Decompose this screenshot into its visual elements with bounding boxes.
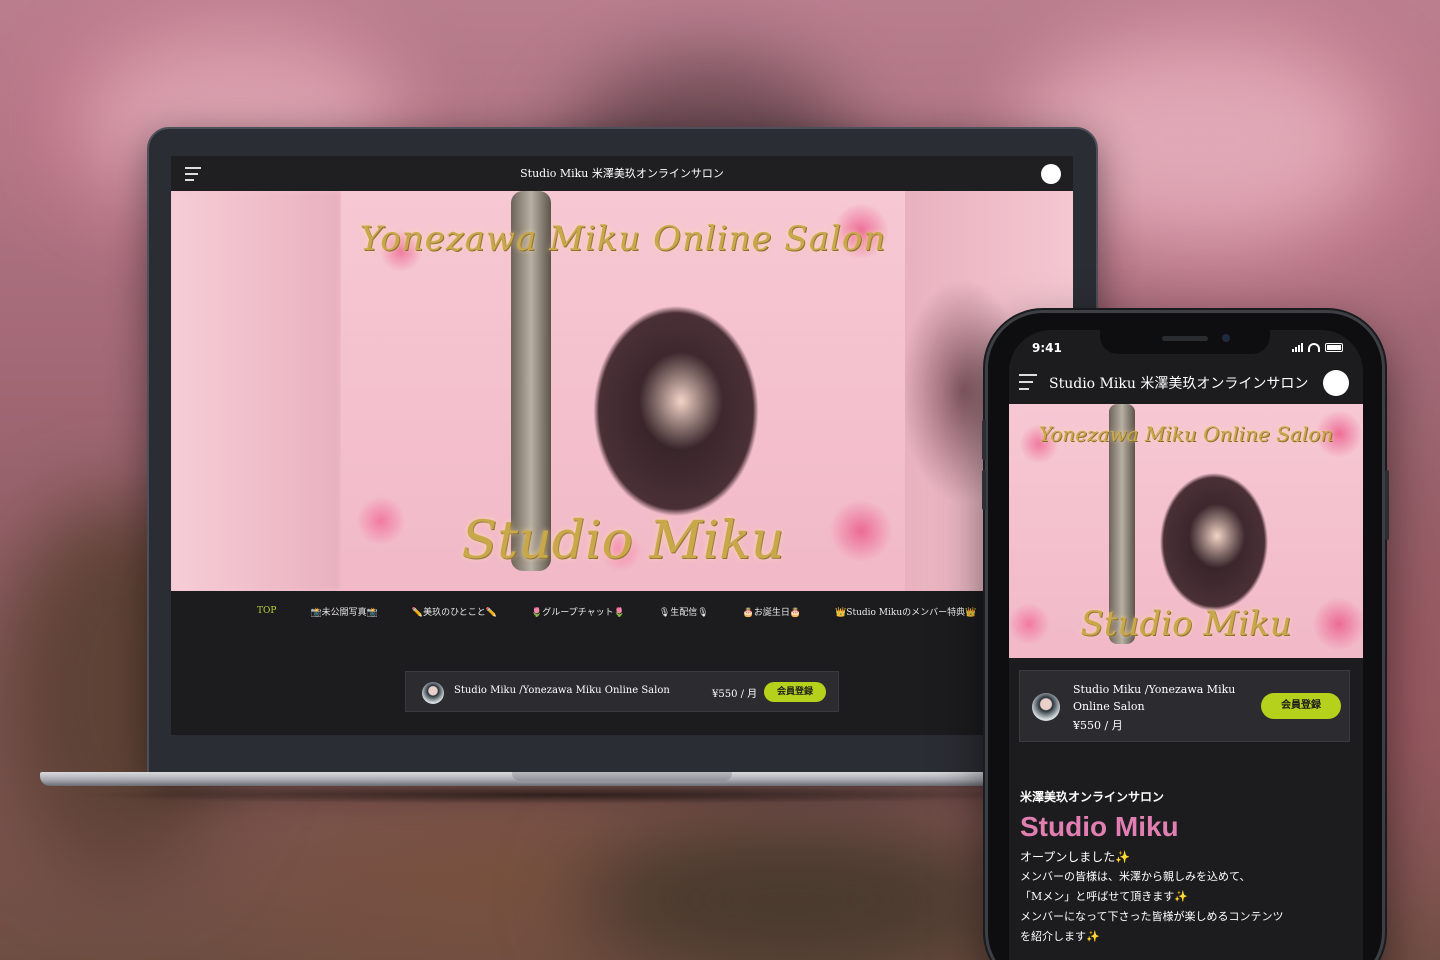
avatar-icon[interactable] [1323,370,1349,396]
avatar-icon[interactable] [1041,164,1061,184]
hero-script-top: Yonezawa Miku Online Salon [359,219,887,259]
phone-notch [1100,330,1270,354]
battery-icon [1325,343,1343,352]
intro-line: 「Mメン」と呼ばせて頂きます✨ [1020,890,1188,903]
laptop-hinge-notch [512,772,732,781]
hamburger-menu-icon[interactable] [1019,374,1037,390]
desktop-header: Studio Miku 米澤美玖オンラインサロン [171,156,1073,191]
intro-subtitle: 米澤美玖オンラインサロン [1020,790,1165,804]
nav-item-live[interactable]: 🎙生配信🎙 [659,605,709,618]
phone-volume-button [982,470,986,510]
register-button[interactable]: 会員登録 [1261,693,1341,719]
phone-camera [1222,334,1230,342]
nav-item-photos[interactable]: 📸未公開写真📸 [310,605,377,618]
wifi-icon [1308,343,1320,352]
signal-icon [1292,342,1303,352]
desktop-screen: Studio Miku 米澤美玖オンラインサロン Yonezawa Miku O… [171,156,1073,735]
desktop-nav: TOP 📸未公開写真📸 ✏️美玖のひとこと✏️ 🌷グループチャット🌷 🎙生配信🎙… [171,591,1073,631]
nav-item-birthday[interactable]: 🎂お誕生日🎂 [743,605,801,618]
membership-plan-card: Studio Miku /Yonezawa Miku Online Salon … [1019,670,1350,742]
hero-script-bottom: Studio Miku [1080,604,1292,644]
hero-banner: Yonezawa Miku Online Salon Studio Miku [1009,404,1363,658]
plan-avatar [1032,693,1060,721]
phone-power-button [1385,470,1389,540]
plan-name: Studio Miku /Yonezawa Miku Online Salon [1073,683,1236,713]
hero-image: Yonezawa Miku Online Salon Studio Miku [341,191,905,591]
intro-line: オープンしました✨ [1020,850,1131,864]
mobile-screen: 9:41 Studio Miku 米澤美玖オンラインサロン Yonezawa M… [1009,330,1363,960]
intro-line: を紹介します✨ [1020,930,1100,943]
nav-item-message[interactable]: ✏️美玖のひとこと✏️ [412,605,497,618]
register-button[interactable]: 会員登録 [764,682,826,702]
site-title[interactable]: Studio Miku 米澤美玖オンラインサロン [171,165,1073,181]
hero-banner: Yonezawa Miku Online Salon Studio Miku [171,191,1073,591]
plan-price: ¥550 / 月 [712,689,758,700]
mobile-header: Studio Miku 米澤美玖オンラインサロン [1009,364,1363,404]
phone-volume-button [982,420,986,460]
hero-script-top: Yonezawa Miku Online Salon [1038,422,1334,446]
nav-item-benefits[interactable]: 👑Studio Mikuのメンバー特典👑 [835,605,976,618]
hero-script-bottom: Studio Miku [461,511,785,571]
plan-price: ¥550 / 月 [1073,719,1123,732]
intro-line: メンバーになって下さった皆様が楽しめるコンテンツ [1020,910,1284,923]
nav-item-top[interactable]: TOP [257,606,276,616]
plan-name: Studio Miku /Yonezawa Miku Online Salon [454,685,670,696]
intro-title: Studio Miku [1020,811,1179,842]
nav-item-group-chat[interactable]: 🌷グループチャット🌷 [531,605,625,618]
plan-avatar [422,682,444,704]
phone-speaker [1162,336,1208,341]
status-time: 9:41 [1032,341,1062,355]
site-title[interactable]: Studio Miku 米澤美玖オンラインサロン [1049,373,1308,393]
intro-section: 米澤美玖オンラインサロン Studio Miku オープンしました✨ メンバーの… [1020,788,1350,947]
intro-line: メンバーの皆様は、米澤から親しみを込めて、 [1020,870,1251,883]
membership-plan-card: Studio Miku /Yonezawa Miku Online Salon … [405,671,839,712]
